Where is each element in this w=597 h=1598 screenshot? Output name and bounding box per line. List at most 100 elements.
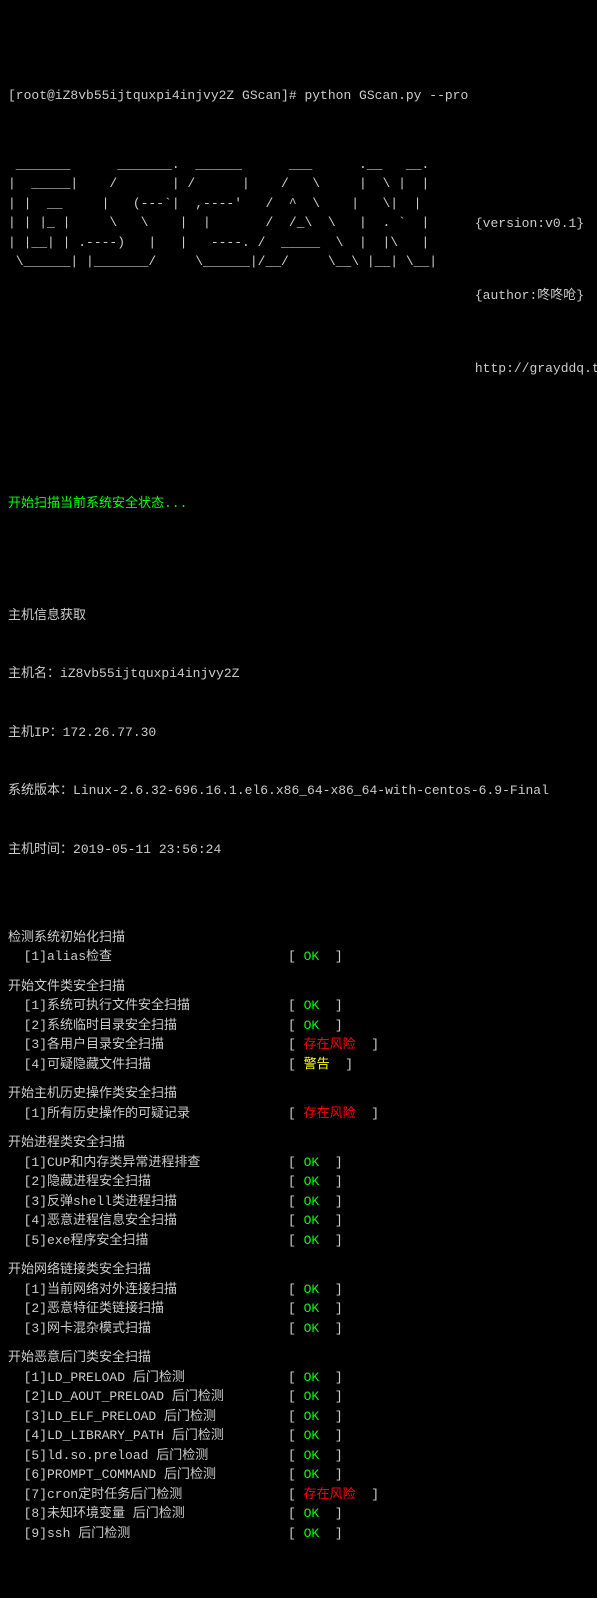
status-text: 警告 — [304, 1057, 330, 1072]
scan-item-status: [ OK ] — [288, 1211, 343, 1231]
scan-item-label: [1]LD_PRELOAD 后门检测 — [8, 1368, 288, 1388]
bracket-left: [ — [288, 1506, 304, 1521]
bracket-right: ] — [319, 1301, 342, 1316]
bracket-left: [ — [288, 1057, 304, 1072]
scan-item-row: [2]系统临时目录安全扫描[ OK ] — [8, 1016, 589, 1036]
scan-item-status: [ OK ] — [288, 1426, 343, 1446]
status-text: OK — [304, 1321, 320, 1336]
bracket-left: [ — [288, 1194, 304, 1209]
group-title: 开始进程类安全扫描 — [8, 1133, 589, 1153]
bracket-left: [ — [288, 1233, 304, 1248]
status-text: OK — [304, 1526, 320, 1541]
time-line: 主机时间：2019-05-11 23:56:24 — [8, 840, 589, 860]
scan-item-row: [3]各用户目录安全扫描[ 存在风险 ] — [8, 1035, 589, 1055]
status-text: OK — [304, 1282, 320, 1297]
scan-item-label: [1]所有历史操作的可疑记录 — [8, 1104, 288, 1124]
version-text: {version:v0.1} — [475, 214, 597, 234]
scan-item-row: [2]LD_AOUT_PRELOAD 后门检测[ OK ] — [8, 1387, 589, 1407]
scan-item-status: [ OK ] — [288, 1016, 343, 1036]
bracket-right: ] — [356, 1037, 379, 1052]
scan-item-row: [4]LD_LIBRARY_PATH 后门检测[ OK ] — [8, 1426, 589, 1446]
banner: _______ _______. ______ ___ .__ __. | __… — [8, 155, 589, 432]
ip-value: 172.26.77.30 — [63, 725, 157, 740]
meta-info: {version:v0.1} {author:咚咚呛} http://grayd… — [475, 155, 597, 432]
bracket-left: [ — [288, 1106, 304, 1121]
group-title: 检测系统初始化扫描 — [8, 928, 589, 948]
bracket-left: [ — [288, 1213, 304, 1228]
bracket-right: ] — [319, 1213, 342, 1228]
status-text: OK — [304, 1389, 320, 1404]
os-value: Linux-2.6.32-696.16.1.el6.x86_64-x86_64-… — [73, 783, 549, 798]
scan-item-row: [2]隐藏进程安全扫描[ OK ] — [8, 1172, 589, 1192]
scan-item-row: [1]CUP和内存类异常进程排查[ OK ] — [8, 1153, 589, 1173]
bracket-left: [ — [288, 1487, 304, 1502]
scan-item-status: [ OK ] — [288, 1231, 343, 1251]
bracket-right: ] — [319, 1526, 342, 1541]
hostname-label: 主机名： — [8, 666, 60, 681]
scan-item-row: [1]所有历史操作的可疑记录[ 存在风险 ] — [8, 1104, 589, 1124]
scan-item-status: [ OK ] — [288, 1407, 343, 1427]
scan-item-row: [3]LD_ELF_PRELOAD 后门检测[ OK ] — [8, 1407, 589, 1427]
scan-item-status: [ OK ] — [288, 1319, 343, 1339]
scan-item-row: [4]恶意进程信息安全扫描[ OK ] — [8, 1211, 589, 1231]
status-text: OK — [304, 1506, 320, 1521]
scan-item-label: [1]alias检查 — [8, 947, 288, 967]
scan-group: 开始恶意后门类安全扫描 [1]LD_PRELOAD 后门检测[ OK ] [2]… — [8, 1348, 589, 1543]
bracket-right: ] — [319, 998, 342, 1013]
status-text: OK — [304, 1018, 320, 1033]
bracket-right: ] — [319, 949, 342, 964]
scan-item-label: [4]可疑隐藏文件扫描 — [8, 1055, 288, 1075]
bracket-left: [ — [288, 998, 304, 1013]
status-text: OK — [304, 1428, 320, 1443]
status-text: OK — [304, 1370, 320, 1385]
bracket-right: ] — [319, 1018, 342, 1033]
scan-item-status: [ OK ] — [288, 1192, 343, 1212]
scan-item-status: [ OK ] — [288, 1504, 343, 1524]
scan-item-status: [ OK ] — [288, 1172, 343, 1192]
scan-item-status: [ OK ] — [288, 1153, 343, 1173]
bracket-right: ] — [319, 1409, 342, 1424]
status-text: OK — [304, 1233, 320, 1248]
bracket-left: [ — [288, 1526, 304, 1541]
bracket-left: [ — [288, 1018, 304, 1033]
status-text: OK — [304, 1467, 320, 1482]
scan-item-label: [2]系统临时目录安全扫描 — [8, 1016, 288, 1036]
scan-item-status: [ OK ] — [288, 1280, 343, 1300]
scan-item-row: [9]ssh 后门检测[ OK ] — [8, 1524, 589, 1544]
os-label: 系统版本： — [8, 783, 73, 798]
scan-item-status: [ OK ] — [288, 1465, 343, 1485]
status-text: OK — [304, 1301, 320, 1316]
scan-item-row: [5]ld.so.preload 后门检测[ OK ] — [8, 1446, 589, 1466]
bracket-left: [ — [288, 1370, 304, 1385]
scan-item-row: [5]exe程序安全扫描[ OK ] — [8, 1231, 589, 1251]
scan-item-status: [ OK ] — [288, 996, 343, 1016]
scan-item-label: [2]恶意特征类链接扫描 — [8, 1299, 288, 1319]
scan-item-status: [ 警告 ] — [288, 1055, 353, 1075]
scan-item-status: [ OK ] — [288, 1368, 343, 1388]
scan-item-label: [6]PROMPT_COMMAND 后门检测 — [8, 1465, 288, 1485]
scan-item-label: [3]网卡混杂模式扫描 — [8, 1319, 288, 1339]
status-text: OK — [304, 1155, 320, 1170]
bracket-left: [ — [288, 1428, 304, 1443]
scan-item-status: [ OK ] — [288, 1524, 343, 1544]
bracket-right: ] — [319, 1467, 342, 1482]
scan-group: 开始文件类安全扫描 [1]系统可执行文件安全扫描[ OK ] [2]系统临时目录… — [8, 977, 589, 1075]
status-text: 存在风险 — [304, 1037, 356, 1052]
bracket-left: [ — [288, 1409, 304, 1424]
group-title: 开始主机历史操作类安全扫描 — [8, 1084, 589, 1104]
scan-item-row: [1]LD_PRELOAD 后门检测[ OK ] — [8, 1368, 589, 1388]
status-text: OK — [304, 1194, 320, 1209]
bracket-right: ] — [319, 1321, 342, 1336]
scan-item-label: [4]LD_LIBRARY_PATH 后门检测 — [8, 1426, 288, 1446]
bracket-right: ] — [319, 1155, 342, 1170]
bracket-right: ] — [319, 1174, 342, 1189]
bracket-left: [ — [288, 949, 304, 964]
status-text: OK — [304, 1409, 320, 1424]
bracket-right: ] — [330, 1057, 353, 1072]
bracket-right: ] — [319, 1233, 342, 1248]
bracket-right: ] — [319, 1370, 342, 1385]
scan-item-label: [3]各用户目录安全扫描 — [8, 1035, 288, 1055]
status-text: OK — [304, 1213, 320, 1228]
scan-item-label: [1]当前网络对外连接扫描 — [8, 1280, 288, 1300]
scan-item-status: [ OK ] — [288, 947, 343, 967]
